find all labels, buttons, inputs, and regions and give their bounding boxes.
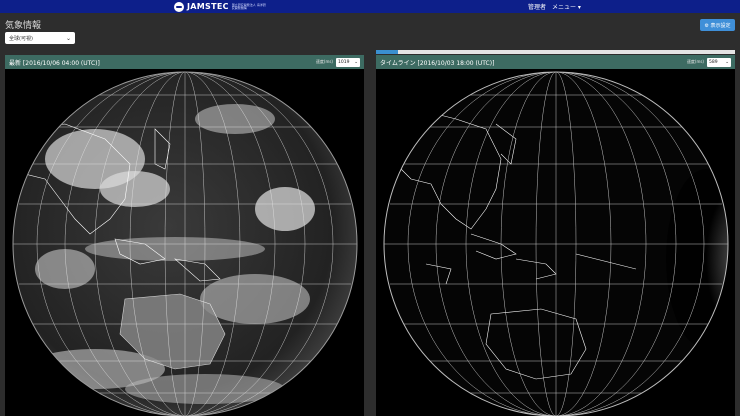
earth-globe-cloudy [12,71,358,416]
chevron-down-icon: ⌄ [65,34,71,42]
latest-satellite-image[interactable] [5,69,364,416]
latest-speed-control: 速度(ms) 1019 ⌄ [315,57,360,67]
latest-panel-title: 最新 [2016/10/06 04:00 (UTC)] [9,59,100,67]
latest-panel-header: 最新 [2016/10/06 04:00 (UTC)] 速度(ms) 1019 … [5,55,364,69]
latest-speed-select[interactable]: 1019 ⌄ [336,57,360,67]
latest-speed-value: 1019 [338,59,350,65]
timeline-speed-label: 速度(ms) [686,59,704,64]
jamstec-logo-icon [174,1,184,12]
nav-admin-link[interactable]: 管理者 [528,2,546,11]
timeline-speed-control: 速度(ms) 589 ⌄ [686,57,731,67]
chevron-down-icon: ⌄ [354,59,358,65]
region-select[interactable]: 全球(可視) ⌄ [5,32,75,44]
logo-text: JAMSTEC [187,2,229,11]
jamstec-logo[interactable]: JAMSTEC 国立研究開発法人 海洋研究開発機構 [174,1,266,12]
nav-menu-dropdown[interactable]: メニュー ▾ [552,2,581,11]
latest-speed-label: 速度(ms) [315,59,333,64]
top-navbar: JAMSTEC 国立研究開発法人 海洋研究開発機構 管理者 メニュー ▾ [0,0,740,13]
timeline-progress[interactable] [376,50,398,54]
timeline-speed-select[interactable]: 589 ⌄ [707,57,731,67]
timeline-satellite-image[interactable] [376,69,735,416]
display-settings-button[interactable]: ⚙ 表示設定 [700,19,735,31]
timeline-track[interactable] [376,50,735,54]
latest-panel: 最新 [2016/10/06 04:00 (UTC)] 速度(ms) 1019 … [5,55,364,416]
chevron-down-icon: ⌄ [725,59,729,65]
region-select-value: 全球(可視) [9,35,33,42]
timeline-panel-title: タイムライン [2016/10/03 18:00 (UTC)] [380,59,495,67]
page-title: 気象情報 [5,21,42,31]
timeline-panel: タイムライン [2016/10/03 18:00 (UTC)] 速度(ms) 5… [376,55,735,416]
logo-subtitle: 国立研究開発法人 海洋研究開発機構 [231,2,266,10]
timeline-speed-value: 589 [709,59,718,65]
earth-globe-night [383,71,729,416]
timeline-panel-header: タイムライン [2016/10/03 18:00 (UTC)] 速度(ms) 5… [376,55,735,69]
